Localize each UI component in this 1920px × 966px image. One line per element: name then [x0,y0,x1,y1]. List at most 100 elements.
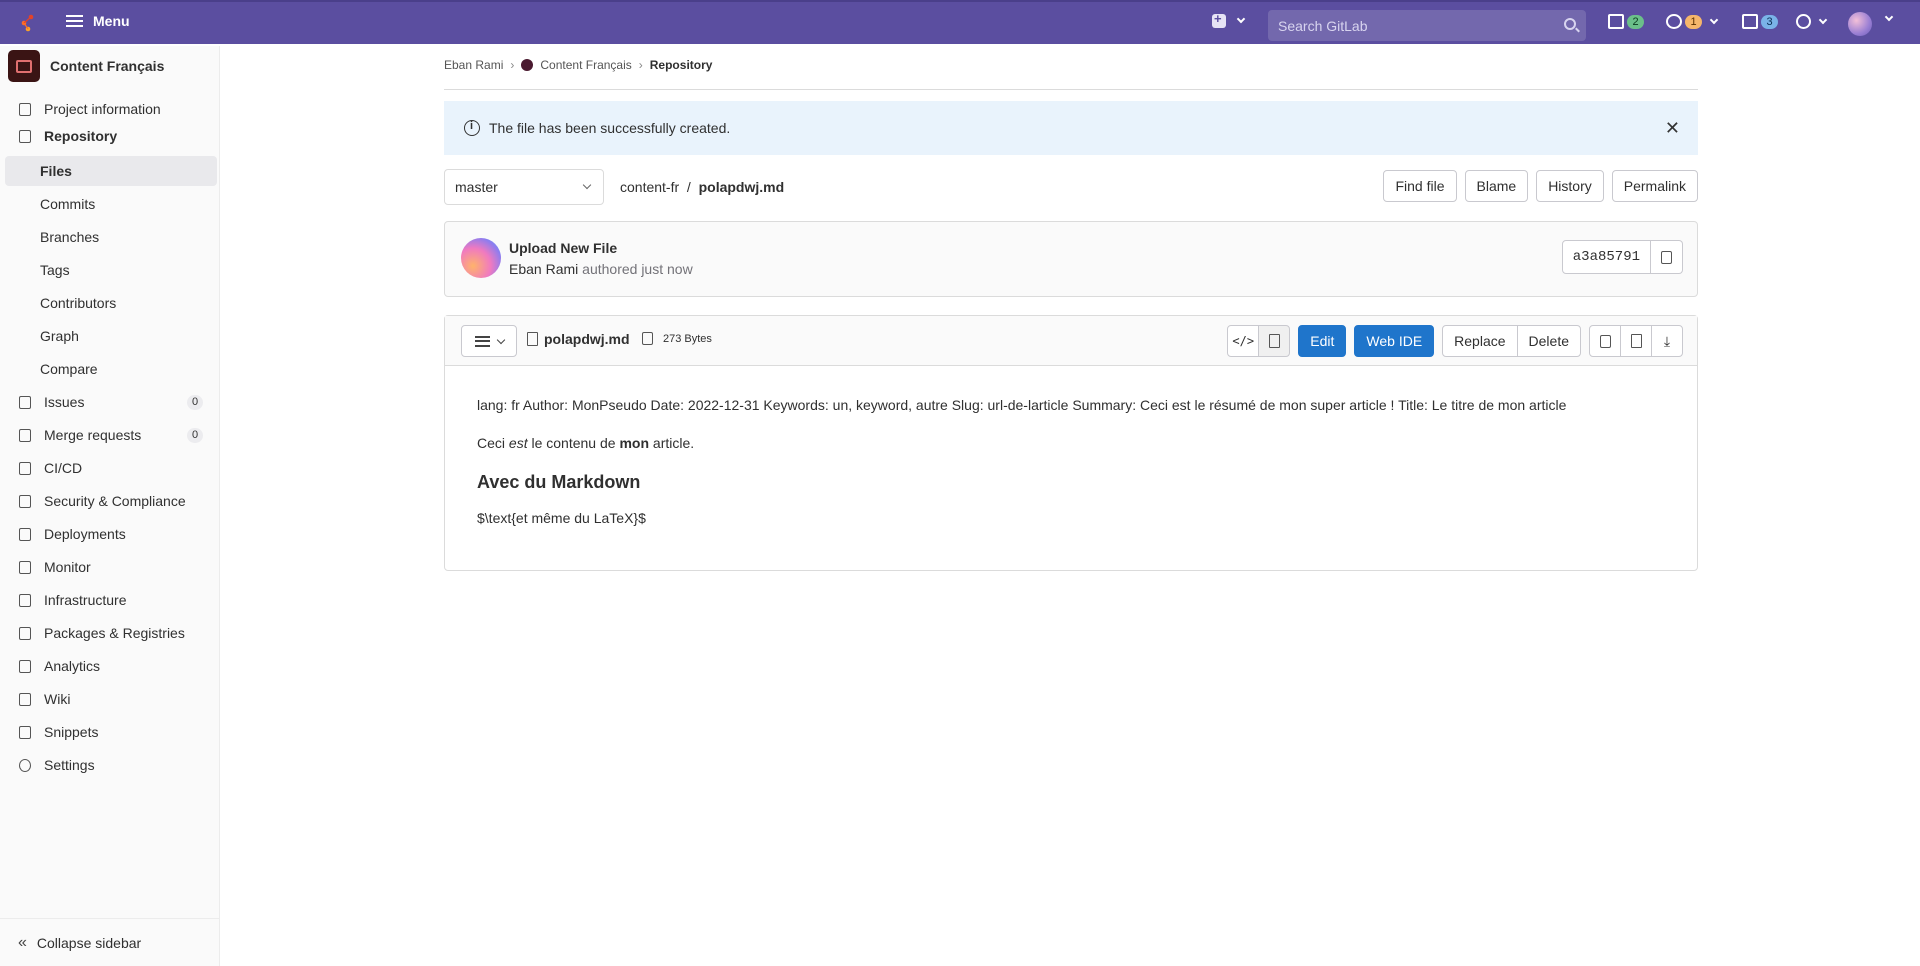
sidebar-item-wiki[interactable]: Wiki [5,684,217,714]
sidebar-item-settings[interactable]: Settings [5,750,217,780]
merge-requests-count: 0 [187,428,203,443]
file-nav-buttons: Find file Blame History Permalink [1383,170,1698,202]
commit-title[interactable]: Upload New File [509,240,617,256]
chevron-down-icon [496,335,505,344]
sidebar-item-compare[interactable]: Compare [5,354,217,384]
issues-shortcut[interactable]: 2 [1608,14,1644,29]
open-raw-button[interactable] [1620,325,1652,357]
document-icon [527,332,538,346]
copy-icon [1599,334,1611,348]
todos-shortcut[interactable]: 3 [1742,14,1778,29]
chevron-down-icon [1818,15,1828,24]
sidebar-item-infrastructure[interactable]: Infrastructure [5,585,217,615]
project-avatar [8,50,40,82]
sidebar-item-ci-cd[interactable]: CI/CD [5,453,217,483]
history-button[interactable]: History [1536,170,1604,202]
sidebar-item-snippets[interactable]: Snippets [5,717,217,747]
breadcrumb: Eban Rami › Content Français › Repositor… [444,58,712,72]
todo-icon [1742,14,1758,29]
issues-count: 0 [187,395,203,410]
web-ide-button[interactable]: Web IDE [1354,325,1435,357]
sidebar-item-graph[interactable]: Graph [5,321,217,351]
path-separator: / [686,179,691,195]
book-icon [16,59,32,73]
info-doc-icon [19,102,31,116]
edit-button[interactable]: Edit [1298,325,1347,357]
sidebar-item-repository[interactable]: Repository [5,121,217,151]
rendered-markdown: lang: fr Author: MonPseudo Date: 2022-12… [477,396,1677,547]
author-avatar[interactable] [461,238,501,278]
book-icon [19,692,31,706]
outline-dropdown[interactable] [461,325,517,357]
gear-icon [19,758,31,772]
success-alert: The file has been successfully created. … [444,101,1698,155]
hamburger-icon [66,15,83,27]
sidebar-item-analytics[interactable]: Analytics [5,651,217,681]
rocket-icon [19,461,31,475]
repository-icon [19,129,31,143]
gitlab-logo-icon[interactable] [18,13,38,33]
project-name: Content Français [50,58,165,74]
chevron-down-icon [582,180,592,190]
path-dir-link[interactable]: content-fr [620,179,679,195]
monitor-icon [19,560,31,574]
chevron-down-icon[interactable] [1884,12,1894,22]
sidebar-item-branches[interactable]: Branches [5,222,217,252]
sidebar: Content Français Project information Rep… [0,46,220,966]
double-chevron-left-icon: « [18,933,27,951]
sidebar-item-deployments[interactable]: Deployments [5,519,217,549]
markdown-heading: Avec du Markdown [477,472,641,492]
viewer-toggle: </> [1227,325,1291,357]
chart-icon [19,659,31,673]
commit-sha[interactable]: a3a85791 [1561,240,1651,274]
todos-count-badge: 3 [1761,14,1778,29]
copy-contents-button[interactable] [1589,325,1621,357]
sidebar-item-issues[interactable]: Issues 0 [5,387,217,417]
menu-button[interactable]: Menu [66,13,130,29]
sidebar-item-commits[interactable]: Commits [5,189,217,219]
top-navbar: Menu Search GitLab 2 1 3 [0,0,1920,44]
last-commit-panel: Upload New File Eban Rami authored just … [444,221,1698,297]
replace-button[interactable]: Replace [1442,325,1518,357]
close-icon[interactable]: ✕ [1665,118,1680,139]
new-dropdown-button[interactable] [1212,11,1246,28]
copy-path-icon[interactable] [642,332,653,345]
permalink-button[interactable]: Permalink [1611,170,1698,202]
download-button[interactable]: ⤓ [1651,325,1683,357]
merge-requests-shortcut[interactable]: 1 [1666,14,1719,29]
breadcrumb-current[interactable]: Repository [650,58,713,72]
branch-selector[interactable]: master [444,169,604,205]
source-view-button[interactable]: </> [1227,325,1260,357]
file-actions: </> Edit Web IDE Replace Delete ⤓ [1227,325,1683,357]
sidebar-item-files[interactable]: Files [5,156,217,186]
download-icon: ⤓ [1663,332,1671,349]
rendered-view-button[interactable] [1258,325,1291,357]
delete-button[interactable]: Delete [1516,325,1581,357]
sidebar-item-merge-requests[interactable]: Merge requests 0 [5,420,217,450]
sidebar-item-contributors[interactable]: Contributors [5,288,217,318]
blame-button[interactable]: Blame [1464,170,1529,202]
snippet-icon [19,725,31,739]
copy-sha-button[interactable] [1651,240,1683,274]
package-icon [19,626,31,640]
find-file-button[interactable]: Find file [1383,170,1457,202]
sidebar-project-link[interactable]: Content Français [8,50,164,82]
commit-author[interactable]: Eban Rami [509,261,578,277]
mr-count-badge: 1 [1685,14,1702,29]
sidebar-item-security-compliance[interactable]: Security & Compliance [5,486,217,516]
breadcrumb-project[interactable]: Content Français [540,58,631,72]
project-avatar-icon [521,59,534,71]
sidebar-item-project-information[interactable]: Project information [5,94,217,124]
user-avatar[interactable] [1848,12,1872,36]
sidebar-item-monitor[interactable]: Monitor [5,552,217,582]
search-input[interactable]: Search GitLab [1268,10,1586,41]
sidebar-item-packages-registries[interactable]: Packages & Registries [5,618,217,648]
file-title: polapdwj.md [527,331,630,347]
commit-time: authored just now [582,261,693,277]
collapse-sidebar-button[interactable]: « Collapse sidebar [0,918,220,966]
deployments-icon [19,527,31,541]
help-dropdown[interactable] [1796,14,1828,29]
breadcrumb-user[interactable]: Eban Rami [444,58,503,72]
sidebar-item-tags[interactable]: Tags [5,255,217,285]
issues-icon [19,395,31,409]
